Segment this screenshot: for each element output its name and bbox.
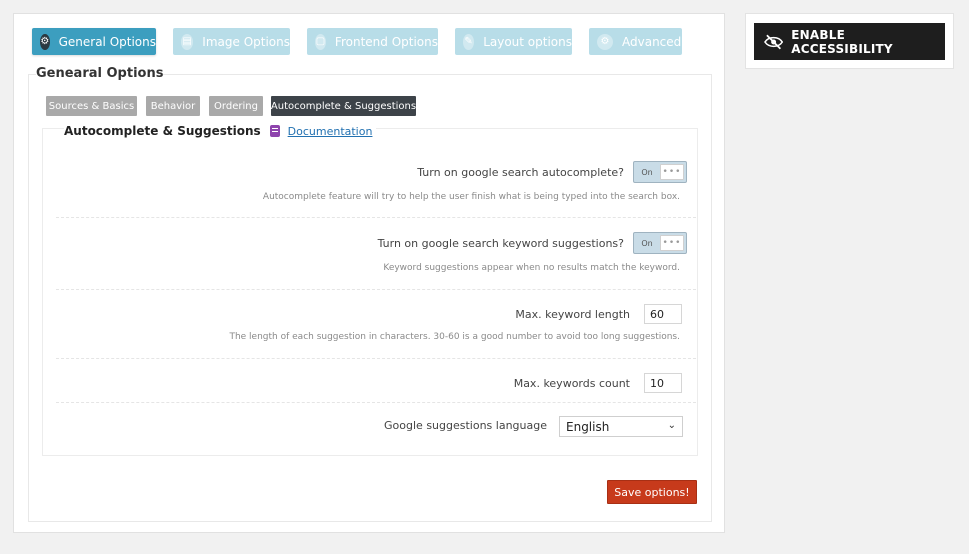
panel-title-text: Autocomplete & Suggestions xyxy=(64,124,261,138)
max-keywords-count-label: Max. keywords count xyxy=(513,377,630,390)
gear-icon: ⚙ xyxy=(40,33,50,50)
tab-label: Advanced xyxy=(622,34,682,49)
autocomplete-toggle[interactable]: On ••• xyxy=(633,161,687,183)
accessibility-label: ENABLE ACCESSIBILITY xyxy=(791,27,893,56)
keyword-suggestions-label: Turn on google search keyword suggestion… xyxy=(377,237,624,250)
toggle-knob: ••• xyxy=(660,235,684,251)
gears-icon: ⚙ xyxy=(597,33,613,50)
toggle-state: On xyxy=(641,167,653,177)
tab-label: Frontend Options xyxy=(334,34,438,49)
max-keyword-length-input[interactable]: 60 xyxy=(644,304,682,324)
subtab-behavior[interactable]: Behavior xyxy=(146,96,200,116)
keyword-suggestions-toggle[interactable]: On ••• xyxy=(633,232,687,254)
book-icon xyxy=(269,125,280,137)
max-keyword-length-description: The length of each suggestion in charact… xyxy=(229,332,680,342)
tab-image-options[interactable]: ▤ Image Options xyxy=(173,28,290,55)
documentation-link[interactable]: Documentation xyxy=(288,125,373,138)
image-icon: ▤ xyxy=(181,33,194,50)
tab-layout-options[interactable]: ✎ Layout options xyxy=(455,28,572,55)
suggestions-language-select[interactable]: English ⌄ xyxy=(559,416,683,437)
enable-accessibility-button[interactable]: ENABLE ACCESSIBILITY xyxy=(754,23,945,60)
frontend-icon: ▢ xyxy=(315,33,326,50)
keyword-suggestions-description: Keyword suggestions appear when no resul… xyxy=(383,263,680,273)
pencil-icon: ✎ xyxy=(463,33,475,50)
toggle-state: On xyxy=(641,238,653,248)
tab-advanced[interactable]: ⚙ Advanced xyxy=(589,28,682,55)
toggle-knob: ••• xyxy=(660,164,684,180)
tab-frontend-options[interactable]: ▢ Frontend Options xyxy=(307,28,438,55)
max-keywords-count-input[interactable]: 10 xyxy=(644,373,682,393)
autocomplete-description: Autocomplete feature will try to help th… xyxy=(262,192,680,202)
row-divider xyxy=(56,402,696,403)
tab-general-options[interactable]: ⚙ General Options xyxy=(32,28,156,55)
subtab-autocomplete-suggestions[interactable]: Autocomplete & Suggestions xyxy=(271,96,416,116)
subtab-ordering[interactable]: Ordering xyxy=(209,96,263,116)
save-options-button[interactable]: Save options! xyxy=(607,480,697,504)
tab-label: Layout options xyxy=(483,34,572,49)
subtab-sources-basics[interactable]: Sources & Basics xyxy=(46,96,137,116)
chevron-down-icon: ⌄ xyxy=(667,420,676,431)
section-title: Genearal Options xyxy=(36,66,164,81)
select-value: English xyxy=(566,419,610,434)
tab-label: Image Options xyxy=(202,34,290,49)
max-keyword-length-label: Max. keyword length xyxy=(515,308,630,321)
row-divider xyxy=(56,217,696,218)
autocomplete-label: Turn on google search autocomplete? xyxy=(417,166,624,179)
options-panel: ⚙ General Options ▤ Image Options ▢ Fron… xyxy=(13,13,725,533)
suggestions-language-label: Google suggestions language xyxy=(384,419,547,432)
tab-label: General Options xyxy=(58,34,156,49)
row-divider xyxy=(56,289,696,290)
panel-title: Autocomplete & Suggestions Documentation xyxy=(64,124,377,138)
accessibility-widget: ENABLE ACCESSIBILITY xyxy=(745,13,954,69)
row-divider xyxy=(56,358,696,359)
eye-slash-icon xyxy=(764,34,784,49)
